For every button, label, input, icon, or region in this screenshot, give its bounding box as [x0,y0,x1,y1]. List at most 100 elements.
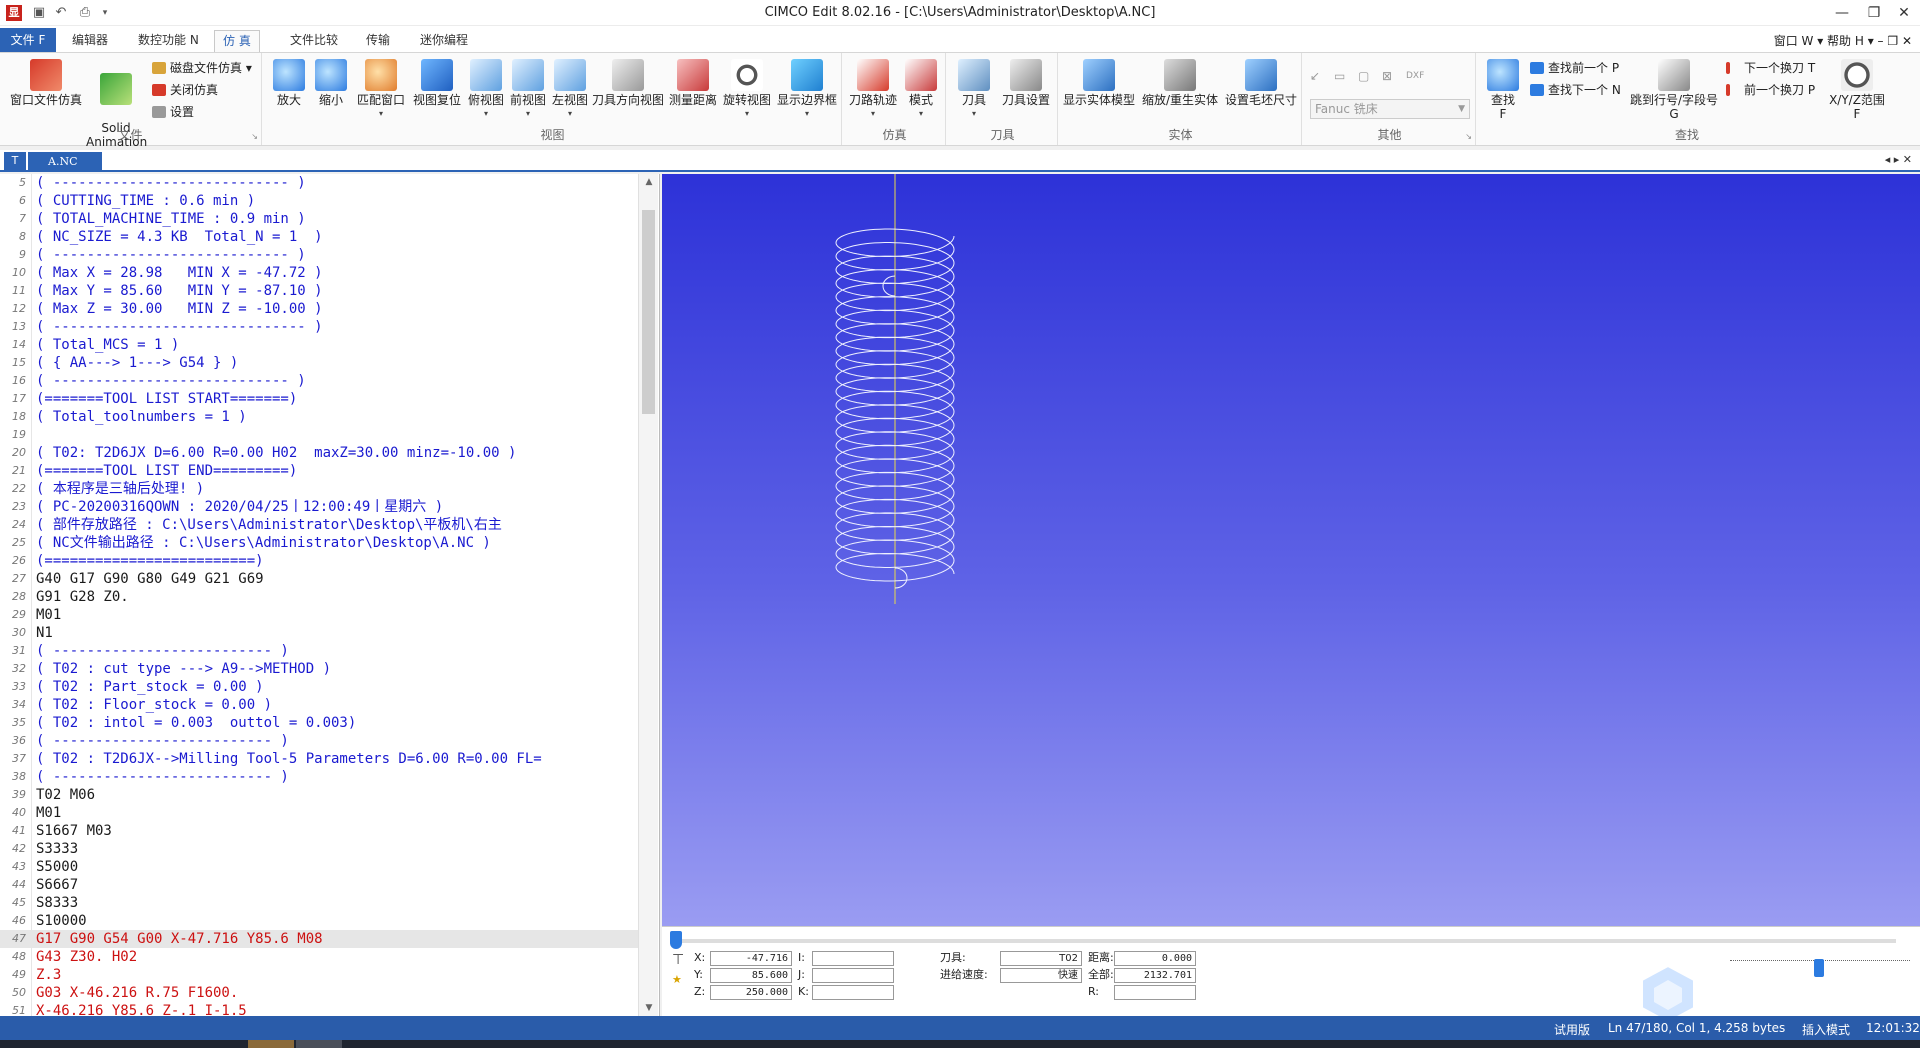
code-line[interactable]: 17 (=======TOOL LIST START=======) [0,390,638,408]
code-editor[interactable]: 5 ( ---------------------------- ) 6 ( CUTT… [0,174,660,1016]
code-line[interactable]: 28 G91 G28 Z0. [0,588,638,606]
code-line[interactable]: 36 ( -------------------------- ) [0,732,638,750]
toolpath-button[interactable]: 刀路轨迹 ▾ [848,59,898,121]
rotate-view-button[interactable]: 旋转视图 ▾ [722,59,772,121]
taskbar-item[interactable] [296,1040,342,1048]
zoom-in-button[interactable]: 放大 [270,59,308,107]
code-line[interactable]: 20 ( T02: T2D6JX D=6.00 R=0.00 H02 maxZ=3… [0,444,638,462]
code-line[interactable]: 32 ( T02 : cut type ---> A9-->METHOD ) [0,660,638,678]
clear-icon[interactable]: ⊠ [1382,67,1400,85]
mdi-close-icon[interactable]: ✕ [1902,34,1912,48]
zoom-out-button[interactable]: 缩小 [312,59,350,107]
close-icon[interactable]: ✕ [1886,0,1920,26]
front-view-button[interactable]: 前视图 ▾ [508,59,548,121]
code-line[interactable]: 44 S6667 [0,876,638,894]
tab-file-compare[interactable]: 文件比较 [282,30,346,52]
code-line[interactable]: 25 ( NC文件输出路径 : C:\Users\Administrator\De… [0,534,638,552]
copy-image-icon[interactable]: ▢ [1358,67,1376,85]
stock-size-button[interactable]: 设置毛坯尺寸 [1222,59,1300,107]
window-menu[interactable]: 窗口 W [1774,34,1814,48]
dxf-icon[interactable]: DXF [1406,67,1428,85]
tab-transfer[interactable]: 传输 [358,30,398,52]
find-next-button[interactable]: 查找下一个 N [1528,81,1621,99]
code-line[interactable]: 27 G40 G17 G90 G80 G49 G21 G69 [0,570,638,588]
jump-line-button[interactable]: 跳到行号/字段号 G [1628,59,1720,121]
settings-button[interactable]: 设置 [150,103,194,121]
3d-sim-viewport[interactable] [662,174,1920,926]
code-line[interactable]: 22 ( 本程序是三轴后处理! ) [0,480,638,498]
close-doc-icon[interactable]: ✕ [1903,153,1912,166]
next-tab-icon[interactable]: ▸ [1894,153,1900,166]
code-line[interactable]: 6 ( CUTTING_TIME : 0.6 min ) [0,192,638,210]
code-line[interactable]: 35 ( T02 : intol = 0.003 outtol = 0.003) [0,714,638,732]
file-menu-tab[interactable]: 文件 F [0,28,56,52]
close-sim-button[interactable]: 关闭仿真 [150,81,218,99]
code-line[interactable]: 24 ( 部件存放路径 : C:\Users\Administrator\Desk… [0,516,638,534]
code-line[interactable]: 15 ( { AA---> 1---> G54 } ) [0,354,638,372]
code-line[interactable]: 40 M01 [0,804,638,822]
help-menu[interactable]: 帮助 H [1827,34,1864,48]
mdi-minimize-icon[interactable]: – [1878,34,1888,48]
code-line[interactable]: 46 S10000 [0,912,638,930]
code-line[interactable]: 13 ( ------------------------------ ) [0,318,638,336]
tab-mini-programming[interactable]: 迷你编程 [412,30,476,52]
code-line[interactable]: 39 T02 M06 [0,786,638,804]
code-line[interactable]: 37 ( T02 : T2D6JX-->Milling Tool-5 Parame… [0,750,638,768]
tool-button[interactable]: 刀具 ▾ [952,59,996,121]
mode-button[interactable]: 模式 ▾ [900,59,942,121]
code-line[interactable]: 9 ( ---------------------------- ) [0,246,638,264]
dialog-launcher-icon[interactable]: ↘ [1465,132,1472,141]
code-line[interactable]: 48 G43 Z30. H02 [0,948,638,966]
code-line[interactable]: 41 S1667 M03 [0,822,638,840]
tab-simulation[interactable]: 仿 真 [214,30,260,52]
code-line[interactable]: 43 S5000 [0,858,638,876]
show-solid-button[interactable]: 显示实体模型 [1062,59,1136,107]
code-line[interactable]: 34 ( T02 : Floor_stock = 0.00 ) [0,696,638,714]
tool-direction-view-button[interactable]: 刀具方向视图 [590,59,666,107]
sim-speed-slider[interactable] [1814,959,1824,977]
tab-document-a-nc[interactable]: A.NC [28,152,102,172]
scroll-down-icon[interactable]: ▼ [639,1000,659,1016]
tool-settings-button[interactable]: 刀具设置 [998,59,1054,107]
prev-tool-change-button[interactable]: 前一个换刀 P [1724,81,1815,99]
code-line[interactable]: 26 (=========================) [0,552,638,570]
code-line[interactable]: 31 ( -------------------------- ) [0,642,638,660]
code-line[interactable]: 45 S8333 [0,894,638,912]
window-file-sim-button[interactable]: 窗口文件仿真 [6,59,86,107]
dialog-launcher-icon[interactable]: ↘ [251,132,258,141]
zoom-regen-solid-button[interactable]: 缩放/重生实体 [1138,59,1222,107]
code-line[interactable]: 18 ( Total_toolnumbers = 1 ) [0,408,638,426]
text-mode-icon[interactable]: T [4,152,26,170]
scrollbar-thumb[interactable] [642,210,655,414]
code-line[interactable]: 29 M01 [0,606,638,624]
code-line[interactable]: 10 ( Max X = 28.98 MIN X = -47.72 ) [0,264,638,282]
top-view-button[interactable]: 俯视图 ▾ [466,59,506,121]
minimize-icon[interactable]: — [1824,0,1860,26]
code-line[interactable]: 19 [0,426,638,444]
editor-scrollbar[interactable]: ▲ ▼ [638,174,658,1016]
code-line[interactable]: 12 ( Max Z = 30.00 MIN Z = -10.00 ) [0,300,638,318]
code-line[interactable]: 5 ( ---------------------------- ) [0,174,638,192]
mdi-restore-icon[interactable]: ❐ [1887,34,1902,48]
code-line[interactable]: 23 ( PC-20200316QOWN : 2020/04/25丨12:00:4… [0,498,638,516]
code-line[interactable]: 21 (=======TOOL LIST END=========) [0,462,638,480]
code-line[interactable]: 30 N1 [0,624,638,642]
scroll-up-icon[interactable]: ▲ [639,174,659,190]
code-line[interactable]: 49 Z.3 [0,966,638,984]
code-line[interactable]: 16 ( ---------------------------- ) [0,372,638,390]
reset-view-button[interactable]: 视图复位 [410,59,464,107]
sim-progress-thumb[interactable] [670,931,682,949]
prev-tab-icon[interactable]: ◂ [1885,153,1891,166]
save-image-icon[interactable]: ▭ [1334,67,1352,85]
sim-progress-track[interactable] [676,939,1896,943]
measure-small-icon[interactable]: ↙ [1310,67,1328,85]
code-line[interactable]: 33 ( T02 : Part_stock = 0.00 ) [0,678,638,696]
machine-select[interactable]: Fanuc 铣床 ▼ [1310,99,1470,119]
code-line[interactable]: 50 G03 X-46.216 R.75 F1600. [0,984,638,1002]
taskbar-item[interactable] [248,1040,294,1048]
disk-file-sim-button[interactable]: 磁盘文件仿真 ▾ [150,59,252,77]
tab-editor[interactable]: 编辑器 [64,30,116,52]
left-view-button[interactable]: 左视图 ▾ [550,59,590,121]
code-line[interactable]: 42 S3333 [0,840,638,858]
tab-nc-functions[interactable]: 数控功能 N [130,30,207,52]
